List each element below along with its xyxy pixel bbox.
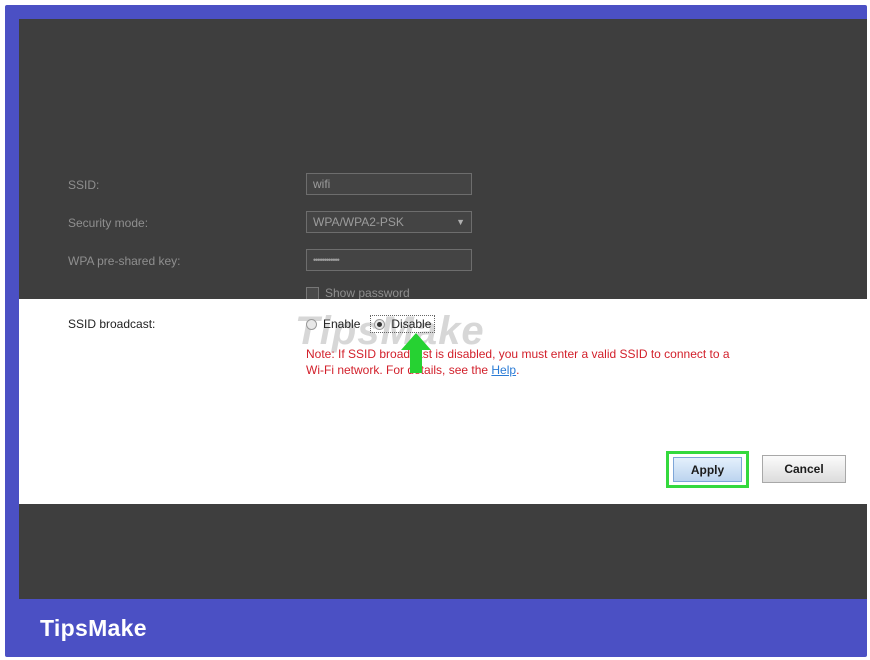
disable-option[interactable]: Disable [370, 315, 436, 333]
note-end: . [516, 363, 520, 377]
ssid-label: SSID: [68, 178, 100, 192]
apply-highlight: Apply [666, 451, 749, 488]
psk-label: WPA pre-shared key: [68, 254, 181, 268]
enable-label: Enable [323, 317, 361, 331]
router-settings-screen: SSID: wifi Security mode: WPA/WPA2-PSK ▼… [19, 19, 867, 599]
help-link[interactable]: Help [491, 363, 516, 377]
show-password-toggle[interactable]: Show password [306, 286, 410, 300]
security-mode-value: WPA/WPA2-PSK [313, 215, 404, 229]
ssid-broadcast-panel: TipsMake SSID broadcast: Enable Disable … [19, 299, 867, 504]
security-mode-select[interactable]: WPA/WPA2-PSK ▼ [306, 211, 472, 233]
psk-input[interactable]: •••••••••••• [306, 249, 472, 271]
green-arrow-up-icon [401, 333, 431, 373]
enable-radio[interactable] [306, 318, 317, 330]
ssid-broadcast-options: Enable Disable [306, 315, 436, 333]
cancel-button[interactable]: Cancel [762, 455, 846, 483]
apply-button[interactable]: Apply [673, 457, 742, 482]
broadcast-note: Note: If SSID broadcast is disabled, you… [306, 346, 746, 378]
ssid-broadcast-label: SSID broadcast: [68, 317, 156, 331]
disable-radio[interactable] [374, 318, 386, 330]
disable-label: Disable [391, 317, 432, 331]
brand-logo: TipsMake [40, 615, 147, 641]
show-password-checkbox[interactable] [306, 286, 319, 300]
security-mode-label: Security mode: [68, 216, 149, 230]
show-password-label: Show password [325, 286, 410, 300]
chevron-down-icon: ▼ [456, 217, 465, 227]
ssid-input[interactable]: wifi [306, 173, 472, 195]
